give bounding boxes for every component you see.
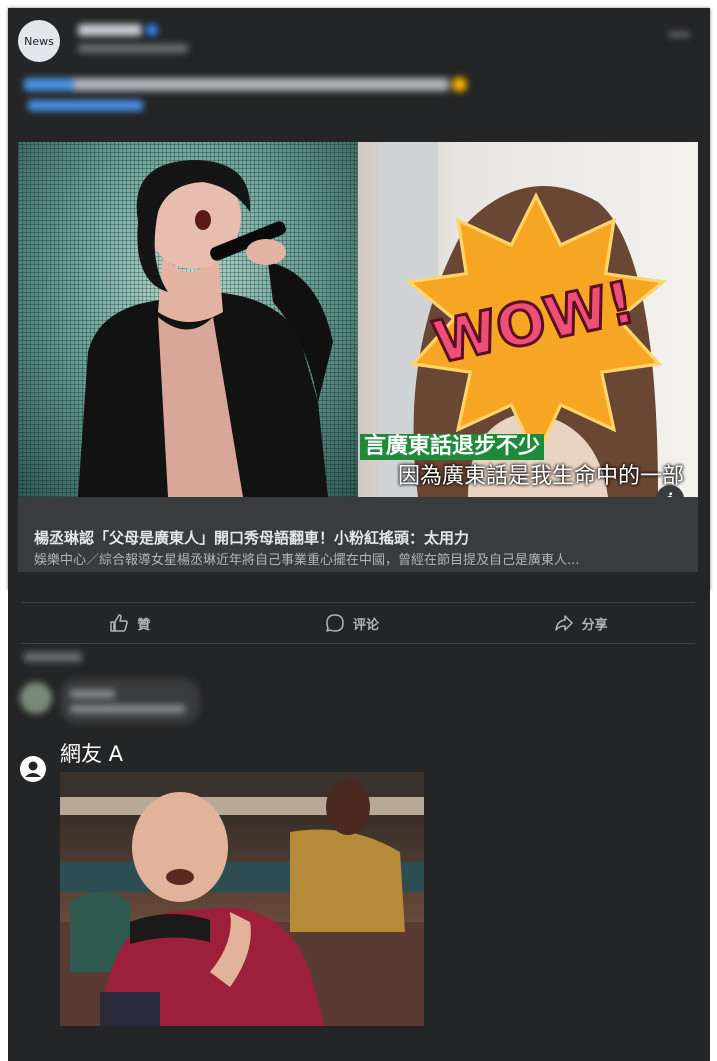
post-hashtag-blurred[interactable]	[28, 100, 143, 111]
share-button[interactable]: 分享	[554, 613, 608, 633]
post-image[interactable]: WOW! 言廣東話退步不少 因為廣東話是我生命中的一部 i	[18, 142, 698, 497]
post-text-blurred	[24, 77, 467, 92]
post-action-bar: 贊 评论 分享	[22, 602, 695, 644]
thumbs-up-icon	[110, 614, 129, 632]
comments-panel: 網友 A	[8, 590, 710, 1061]
like-button[interactable]: 贊	[109, 613, 150, 633]
comment-author[interactable]: 網友 A	[60, 738, 123, 768]
share-arrow-icon	[554, 615, 573, 631]
link-preview[interactable]: 楊丞琳認「父母是廣東人」開口秀母語翻車！小粉紅搖頭：太用力 娛樂中心／綜合報導女…	[18, 497, 698, 572]
link-title[interactable]: 楊丞琳認「父母是廣東人」開口秀母語翻車！小粉紅搖頭：太用力	[34, 527, 469, 548]
like-label: 贊	[137, 617, 151, 633]
singer-photo	[18, 142, 358, 497]
video-caption-line-2: 因為廣東話是我生命中的一部	[398, 464, 685, 489]
comment-avatar-blurred[interactable]	[20, 682, 52, 714]
share-label: 分享	[581, 617, 608, 633]
comment-image[interactable]	[60, 772, 424, 1026]
comment-label: 评论	[352, 617, 379, 633]
video-caption-line-1: 言廣東話退步不少	[360, 434, 545, 460]
user-avatar-icon[interactable]	[20, 756, 46, 782]
comment-bubble-blurred	[60, 678, 200, 724]
verified-badge-icon	[146, 24, 158, 36]
comment-button[interactable]: 评论	[325, 613, 379, 633]
page-avatar[interactable]: News	[18, 20, 60, 62]
post-timestamp-blurred[interactable]	[78, 44, 188, 53]
comment-sort-blurred[interactable]	[24, 652, 82, 662]
link-description: 娛樂中心／綜合報導女星楊丞琳近年將自己事業重心擺在中國，曾經在節目提及自己是廣東…	[34, 553, 580, 568]
more-options-icon[interactable]	[668, 32, 690, 37]
speech-bubble-icon	[326, 614, 344, 632]
page-name-blurred[interactable]	[78, 24, 142, 36]
